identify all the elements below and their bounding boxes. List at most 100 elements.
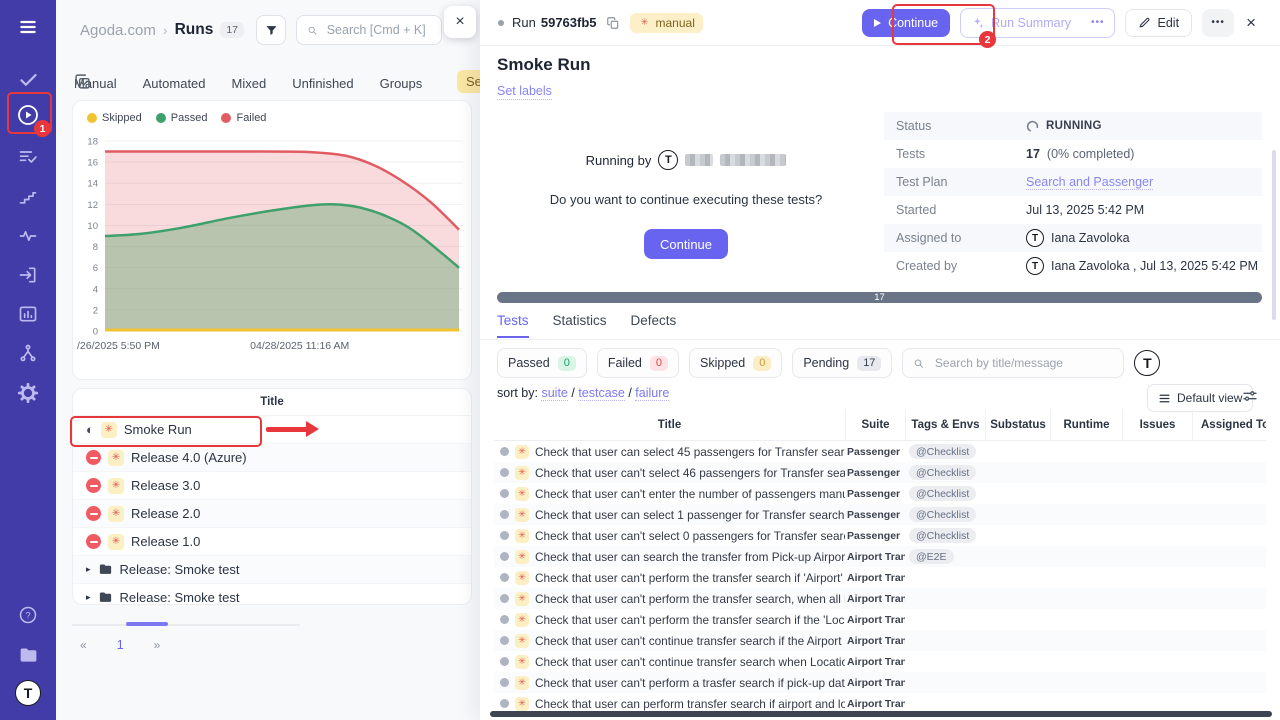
projects-folder-icon[interactable] — [0, 638, 56, 672]
filter-failed[interactable]: Failed0 — [597, 348, 679, 378]
annotation-arrow — [266, 421, 322, 437]
runs-hscroll-track[interactable] — [72, 624, 300, 626]
requirements-icon[interactable] — [0, 258, 56, 292]
collision-emoji-icon: ✳ — [515, 571, 529, 585]
annotation-badge-2: 2 — [979, 31, 996, 48]
filter-skipped[interactable]: Skipped0 — [689, 348, 782, 378]
test-row[interactable]: ✳ Check that user can't perform a trasfe… — [494, 672, 1266, 693]
run-summary-more-button[interactable]: ••• — [1081, 17, 1114, 28]
tests-search[interactable] — [902, 348, 1124, 378]
copy-icon[interactable] — [606, 16, 620, 30]
run-title[interactable]: Smoke Run — [124, 422, 192, 437]
test-tag: @Checklist — [909, 486, 976, 501]
table-hscroll-thumb[interactable] — [490, 711, 1272, 717]
run-row[interactable]: ◐ ▸ ✳ Release: Smoke test — [73, 556, 471, 584]
test-row[interactable]: ✳ Check that user can't perform the tran… — [494, 588, 1266, 609]
run-row[interactable]: ◐ ▸ ✳ Release 4.0 (Azure) — [73, 444, 471, 472]
analytics-icon[interactable] — [0, 297, 56, 331]
test-plans-icon[interactable] — [0, 140, 56, 174]
test-tag: @Checklist — [909, 528, 976, 543]
runner-avatar: T — [658, 150, 678, 170]
panel-vscroll-thumb[interactable] — [1272, 150, 1276, 320]
help-icon[interactable]: ? — [0, 598, 56, 632]
tests-search-input[interactable] — [933, 355, 1114, 371]
chevron-right-icon[interactable]: ▸ — [86, 564, 91, 575]
filter-button[interactable] — [256, 15, 286, 45]
runs-filter-tab-selected[interactable]: Se — [457, 70, 480, 93]
milestones-icon[interactable] — [0, 180, 56, 214]
assignee-filter-avatar[interactable]: T — [1134, 350, 1160, 376]
default-view-button[interactable]: Default view — [1147, 384, 1253, 412]
collision-emoji-icon: ✳ — [515, 697, 529, 711]
more-actions-button[interactable]: ••• — [1202, 9, 1234, 37]
runs-filter-tab[interactable]: Automated — [143, 76, 206, 91]
filter-passed[interactable]: Passed0 — [497, 348, 587, 378]
settings-icon[interactable] — [0, 376, 56, 410]
view-settings-icon[interactable] — [1242, 388, 1258, 404]
menu-icon[interactable] — [0, 10, 56, 44]
spinner-icon — [1026, 120, 1039, 133]
test-title: Check that user can search the transfer … — [535, 550, 845, 564]
run-summary-button[interactable]: Run Summary — [961, 16, 1081, 30]
close-icon: × — [455, 13, 464, 31]
runs-filter-tab[interactable]: Groups — [380, 76, 423, 91]
profile-avatar[interactable]: T — [0, 676, 56, 710]
run-title[interactable]: Release 4.0 (Azure) — [131, 450, 247, 465]
test-row[interactable]: ✳ Check that user can't continue transfe… — [494, 651, 1266, 672]
test-row[interactable]: ✳ Check that user can't select 0 passeng… — [494, 525, 1266, 546]
test-row[interactable]: ✳ Check that user can't select 46 passen… — [494, 462, 1266, 483]
breadcrumb-separator: › — [163, 22, 168, 38]
run-row[interactable]: ◐ ▸ ✳ Release 1.0 — [73, 528, 471, 556]
runs-chart-card: Skipped Passed Failed 024681012141618/26… — [72, 100, 472, 380]
continue-prompt-button[interactable]: Continue — [644, 229, 728, 259]
continue-button[interactable]: Continue — [862, 9, 950, 37]
run-detail-panel: Run 59763fb5 ✳ manual Continue Run Summa… — [480, 0, 1280, 720]
select-all-icon[interactable] — [74, 73, 91, 90]
test-row[interactable]: ✳ Check that user can't perform the tran… — [494, 609, 1266, 630]
runs-hscroll-thumb[interactable] — [126, 622, 168, 626]
traceability-icon[interactable] — [0, 336, 56, 370]
runs-filter-tab[interactable]: Mixed — [232, 76, 267, 91]
runs-search[interactable] — [296, 15, 442, 45]
breadcrumb-project[interactable]: Agoda.com — [80, 22, 156, 39]
test-plan-link[interactable]: Search and Passenger — [1026, 175, 1153, 190]
filter-pending[interactable]: Pending17 — [792, 348, 892, 378]
panel-close-button[interactable]: × — [444, 6, 476, 38]
run-row[interactable]: ◐ ▸ ✳ Release 3.0 — [73, 472, 471, 500]
test-row[interactable]: ✳ Check that user can't continue transfe… — [494, 630, 1266, 651]
close-panel-button[interactable]: × — [1244, 13, 1258, 33]
run-row[interactable]: ◐ ▸ ✳ Release 2.0 — [73, 500, 471, 528]
run-id: 59763fb5 — [541, 15, 597, 30]
test-row[interactable]: ✳ Check that user can select 1 passenger… — [494, 504, 1266, 525]
tab-tests[interactable]: Tests — [497, 313, 529, 338]
test-suite: Airport Transfer — [845, 698, 905, 710]
test-row[interactable]: ✳ Check that user can't enter the number… — [494, 483, 1266, 504]
chevron-right-icon[interactable]: ▸ — [86, 592, 91, 603]
edit-button[interactable]: Edit — [1125, 9, 1193, 37]
sort-by-failure[interactable]: failure — [635, 386, 669, 401]
run-title[interactable]: Release 1.0 — [131, 534, 200, 549]
detail-row-tests: Tests 17(0% completed) — [884, 140, 1262, 168]
page-current[interactable]: 1 — [117, 638, 124, 652]
run-title[interactable]: Release: Smoke test — [120, 562, 240, 577]
runs-filter-tab[interactable]: Unfinished — [292, 76, 353, 91]
set-labels-link[interactable]: Set labels — [497, 84, 552, 100]
run-title[interactable]: Release: Smoke test — [120, 590, 240, 605]
run-row[interactable]: ◐ ▸ ✳ Release: Smoke test — [73, 584, 471, 605]
page-next[interactable]: » — [154, 638, 161, 652]
collision-emoji-icon: ✳ — [108, 478, 124, 494]
sort-by-suite[interactable]: suite — [541, 386, 567, 401]
run-title[interactable]: Release 3.0 — [131, 478, 200, 493]
runs-search-input[interactable] — [325, 22, 431, 38]
test-row[interactable]: ✳ Check that user can search the transfe… — [494, 546, 1266, 567]
tab-defects[interactable]: Defects — [631, 313, 677, 336]
flaky-tests-icon[interactable] — [0, 219, 56, 253]
test-row[interactable]: ✳ Check that user can't perform the tran… — [494, 567, 1266, 588]
sort-by-testcase[interactable]: testcase — [578, 386, 625, 401]
tab-statistics[interactable]: Statistics — [553, 313, 607, 336]
page-prev[interactable]: « — [80, 638, 87, 652]
test-cases-icon[interactable] — [0, 62, 56, 96]
run-title[interactable]: Release 2.0 — [131, 506, 200, 521]
failed-status-icon — [86, 450, 101, 465]
test-row[interactable]: ✳ Check that user can select 45 passenge… — [494, 441, 1266, 462]
